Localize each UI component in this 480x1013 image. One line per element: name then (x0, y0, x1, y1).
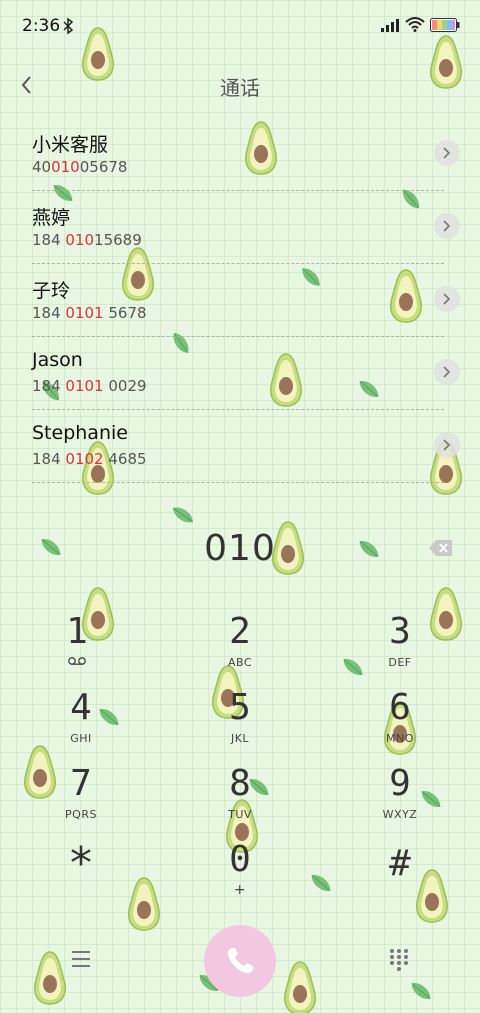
menu-button[interactable] (70, 948, 92, 970)
contact-number: 184 01015689 (32, 231, 142, 249)
signal-icon (381, 19, 399, 32)
contact-number: 184 0101 0029 (32, 377, 147, 395)
dialpad-toggle-button[interactable] (389, 948, 409, 972)
key-4[interactable]: 4 GHI (21, 688, 141, 762)
backspace-icon (429, 540, 452, 556)
contact-detail-button[interactable] (434, 359, 460, 385)
contact-list[interactable]: 小米客服 4001005678 燕婷 184 01015689 子玲 184 0… (0, 118, 480, 508)
contact-number: 184 0102 4685 (32, 450, 147, 468)
contact-name: 子玲 (32, 280, 71, 302)
dialpad-icon (390, 949, 408, 971)
contact-detail-button[interactable] (434, 213, 460, 239)
key-9[interactable]: 9 WXYZ (340, 764, 460, 838)
key-0[interactable]: 0 + (180, 840, 300, 914)
contact-number: 4001005678 (32, 158, 128, 176)
contact-row[interactable]: 燕婷 184 01015689 (32, 191, 460, 264)
contact-name: 小米客服 (32, 134, 109, 156)
delete-button[interactable] (428, 538, 454, 558)
wifi-icon (405, 17, 425, 32)
contact-row[interactable]: 子玲 184 0101 5678 (32, 264, 460, 337)
key-5[interactable]: 5 JKL (180, 688, 300, 762)
chevron-right-icon (443, 439, 451, 451)
key-star[interactable]: * (21, 842, 141, 918)
contact-detail-button[interactable] (434, 432, 460, 458)
chevron-right-icon (443, 147, 451, 159)
contact-row[interactable]: Jason 184 0101 0029 (32, 337, 460, 410)
number-match-highlight: 0102 (65, 450, 104, 468)
contact-detail-button[interactable] (434, 140, 460, 166)
bluetooth-icon (63, 17, 74, 35)
key-8[interactable]: 8 TUV (180, 764, 300, 838)
number-match-highlight: 0101 (65, 304, 104, 322)
key-hash[interactable]: # (340, 844, 460, 918)
chevron-right-icon (443, 220, 451, 232)
number-match-highlight: 0101 (65, 377, 104, 395)
contact-detail-button[interactable] (434, 286, 460, 312)
status-time: 2:36 (22, 16, 61, 36)
voicemail-icon (17, 656, 137, 670)
phone-icon (227, 948, 253, 974)
contact-row[interactable]: Stephanie 184 0102 4685 (32, 410, 460, 483)
contact-name: Stephanie (32, 422, 128, 444)
chevron-right-icon (443, 366, 451, 378)
key-1[interactable]: 1 (17, 612, 137, 686)
status-bar: 2:36 (0, 0, 480, 52)
chevron-right-icon (443, 293, 451, 305)
key-6[interactable]: 6 MNO (340, 688, 460, 762)
dialed-number-display: 010 (204, 528, 276, 569)
key-7[interactable]: 7 PQRS (21, 764, 141, 838)
contact-name: Jason (32, 349, 83, 371)
number-match-highlight: 010 (51, 158, 80, 176)
number-match-highlight: 010 (65, 231, 95, 249)
contact-row[interactable]: 小米客服 4001005678 (32, 118, 460, 191)
key-3[interactable]: 3 DEF (340, 612, 460, 686)
key-2[interactable]: 2 ABC (180, 612, 300, 686)
contact-number: 184 0101 5678 (32, 304, 147, 322)
bottom-bar (0, 924, 480, 1004)
leaf-decoration (308, 870, 334, 896)
hamburger-menu-icon (72, 951, 90, 967)
call-button[interactable] (204, 925, 276, 997)
contact-name: 燕婷 (32, 207, 71, 229)
title-bar: 通话 (0, 60, 480, 110)
battery-icon (430, 18, 460, 32)
page-title: 通话 (220, 76, 260, 100)
